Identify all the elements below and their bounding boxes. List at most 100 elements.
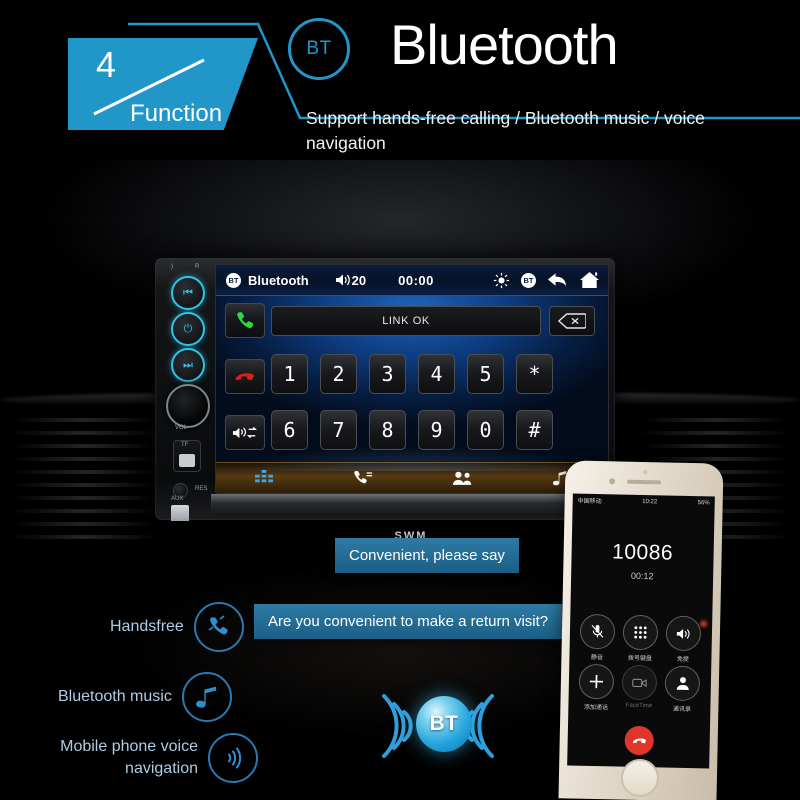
proximity-sensor bbox=[643, 470, 648, 475]
bt-sphere-label: BT bbox=[429, 712, 459, 735]
badge-label: Function bbox=[130, 100, 223, 127]
screen-status-bar: BT Bluetooth 20 00:00 BT bbox=[216, 265, 608, 296]
phone-number-field[interactable]: LINK OK bbox=[271, 306, 541, 336]
call-actions-grid: 静音 拨号键盘 免提添加通话 FaceTime 通讯录 bbox=[578, 613, 702, 714]
phone-action-label: 静音 bbox=[590, 654, 603, 662]
touchscreen[interactable]: BT Bluetooth 20 00:00 BT LINK OK 1 2 3 4… bbox=[215, 264, 609, 494]
bt-badge-icon[interactable]: BT bbox=[521, 272, 536, 288]
usb-port[interactable] bbox=[171, 505, 189, 521]
keypad-icon[interactable] bbox=[255, 469, 274, 487]
tf-label: TF bbox=[181, 442, 189, 448]
key-1[interactable]: 1 bbox=[271, 354, 308, 394]
smartphone-mockup: 中国移动 10:22 56% 10086 00:12 静音 拨号键盘 免提 添加通话 F… bbox=[558, 460, 724, 800]
key-5[interactable]: 5 bbox=[467, 354, 504, 394]
keypad-icon bbox=[622, 614, 659, 651]
bt-logo-group: BT bbox=[368, 678, 508, 774]
infographic-page: 4 Function BT Bluetooth Support hands-fr… bbox=[0, 0, 800, 800]
car-stereo-head-unit: ·) R ⏮ ⏻ ⏭ VOL TF AUX RES BT Bluetooth 2… bbox=[155, 258, 615, 542]
phone-clock: 10:22 bbox=[642, 498, 658, 505]
source-label: Bluetooth bbox=[248, 272, 309, 288]
end-call-icon bbox=[632, 737, 647, 743]
brightness-icon[interactable] bbox=[493, 272, 510, 289]
bt-sphere: BT bbox=[416, 696, 472, 752]
prev-icon: ⏮ bbox=[183, 286, 193, 299]
feature-handsfree: Handsfree bbox=[110, 602, 244, 652]
key-0[interactable]: 0 bbox=[467, 410, 504, 450]
function-badge: 4 Function bbox=[68, 38, 258, 130]
volume-indicator: 20 bbox=[335, 273, 366, 288]
air-vent-left bbox=[10, 418, 160, 568]
key-3[interactable]: 3 bbox=[369, 354, 406, 394]
next-icon: ⏭ bbox=[183, 358, 193, 371]
caller-number: 10086 bbox=[611, 540, 674, 565]
phone-action-contacts[interactable]: 通讯录 bbox=[664, 665, 701, 714]
home-icon[interactable] bbox=[579, 271, 600, 289]
phone-action-speaker[interactable]: 免提 bbox=[665, 615, 702, 664]
key-2[interactable]: 2 bbox=[320, 354, 357, 394]
bt-ring-icon: BT bbox=[288, 18, 350, 80]
mute-icon bbox=[579, 613, 616, 650]
phone-action-label: 添加通话 bbox=[583, 704, 608, 712]
head-unit-left-panel: ·) R ⏮ ⏻ ⏭ VOL TF AUX RES bbox=[159, 262, 213, 521]
prev-track-button[interactable]: ⏮ bbox=[171, 276, 205, 310]
audio-transfer-button[interactable] bbox=[225, 415, 265, 450]
bt-status-icon: BT bbox=[226, 272, 241, 288]
reply-bubble: Convenient, please say bbox=[335, 538, 519, 573]
sound-wave-icon bbox=[208, 733, 258, 783]
page-title: Bluetooth bbox=[390, 13, 619, 76]
key-4[interactable]: 4 bbox=[418, 354, 455, 394]
res-label: RES bbox=[195, 486, 208, 492]
clock: 00:00 bbox=[398, 272, 434, 288]
head-unit-bottom-bar: SWM bbox=[211, 494, 611, 542]
aux-label: AUX bbox=[171, 496, 184, 502]
volume-knob[interactable] bbox=[166, 384, 210, 428]
call-log-icon[interactable] bbox=[353, 470, 373, 486]
red-handset-icon bbox=[235, 372, 254, 380]
phone-action-label: FaceTime bbox=[625, 702, 653, 710]
tf-card-icon bbox=[179, 454, 195, 467]
backspace-icon bbox=[558, 313, 586, 329]
next-track-button[interactable]: ⏭ bbox=[171, 348, 205, 382]
volume-value: 20 bbox=[351, 272, 367, 288]
handset-icon bbox=[193, 602, 244, 652]
tf-card-slot[interactable]: TF bbox=[173, 440, 201, 472]
green-handset-icon bbox=[237, 311, 254, 328]
phone-status-bar: 中国移动 10:22 56% bbox=[573, 494, 715, 510]
power-icon: ⏻ bbox=[183, 322, 193, 335]
key-7[interactable]: 7 bbox=[320, 410, 357, 450]
phone-action-label: 免提 bbox=[676, 656, 689, 664]
feature-voice-navigation: Mobile phone voice navigation bbox=[38, 733, 258, 783]
feature-label: Mobile phone voice navigation bbox=[60, 738, 198, 777]
answer-call-button[interactable] bbox=[225, 303, 265, 338]
backspace-button[interactable] bbox=[549, 306, 595, 336]
music-note-icon bbox=[181, 672, 232, 722]
phone-action-facetime[interactable]: FaceTime bbox=[621, 664, 658, 713]
end-call-button[interactable] bbox=[624, 725, 655, 756]
speaker-swap-icon bbox=[232, 426, 257, 438]
feature-label: Bluetooth music bbox=[58, 688, 172, 706]
facetime-icon bbox=[621, 664, 658, 701]
battery-label: 56% bbox=[697, 499, 710, 506]
key-6[interactable]: 6 bbox=[271, 410, 308, 450]
speaker-icon bbox=[665, 615, 702, 652]
contacts-icon bbox=[664, 665, 701, 702]
contacts-icon[interactable] bbox=[452, 470, 473, 486]
key-star[interactable]: * bbox=[516, 354, 553, 394]
phone-action-mute[interactable]: 静音 bbox=[579, 613, 616, 662]
key-hash[interactable]: # bbox=[516, 410, 553, 450]
phone-action-keypad[interactable]: 拨号键盘 bbox=[622, 614, 659, 663]
key-9[interactable]: 9 bbox=[418, 410, 455, 450]
phone-screen[interactable]: 中国移动 10:22 56% 10086 00:12 静音 拨号键盘 免提 添加通话 F… bbox=[567, 493, 715, 769]
screen-nav-bar bbox=[216, 462, 608, 493]
phone-action-label: 通讯录 bbox=[672, 706, 691, 714]
power-button[interactable]: ⏻ bbox=[171, 312, 205, 346]
back-arrow-icon[interactable] bbox=[547, 272, 568, 288]
question-bubble: Are you convenient to make a return visi… bbox=[254, 604, 563, 639]
reset-label: R bbox=[195, 264, 200, 270]
key-8[interactable]: 8 bbox=[369, 410, 406, 450]
phone-action-add-call[interactable]: 添加通话 bbox=[578, 663, 615, 712]
volume-label: VOL bbox=[175, 425, 188, 431]
dialer-panel: LINK OK 1 2 3 4 5 * 6 7 8 9 0 # bbox=[216, 296, 608, 493]
home-button[interactable] bbox=[620, 758, 660, 798]
hangup-button[interactable] bbox=[225, 359, 265, 394]
